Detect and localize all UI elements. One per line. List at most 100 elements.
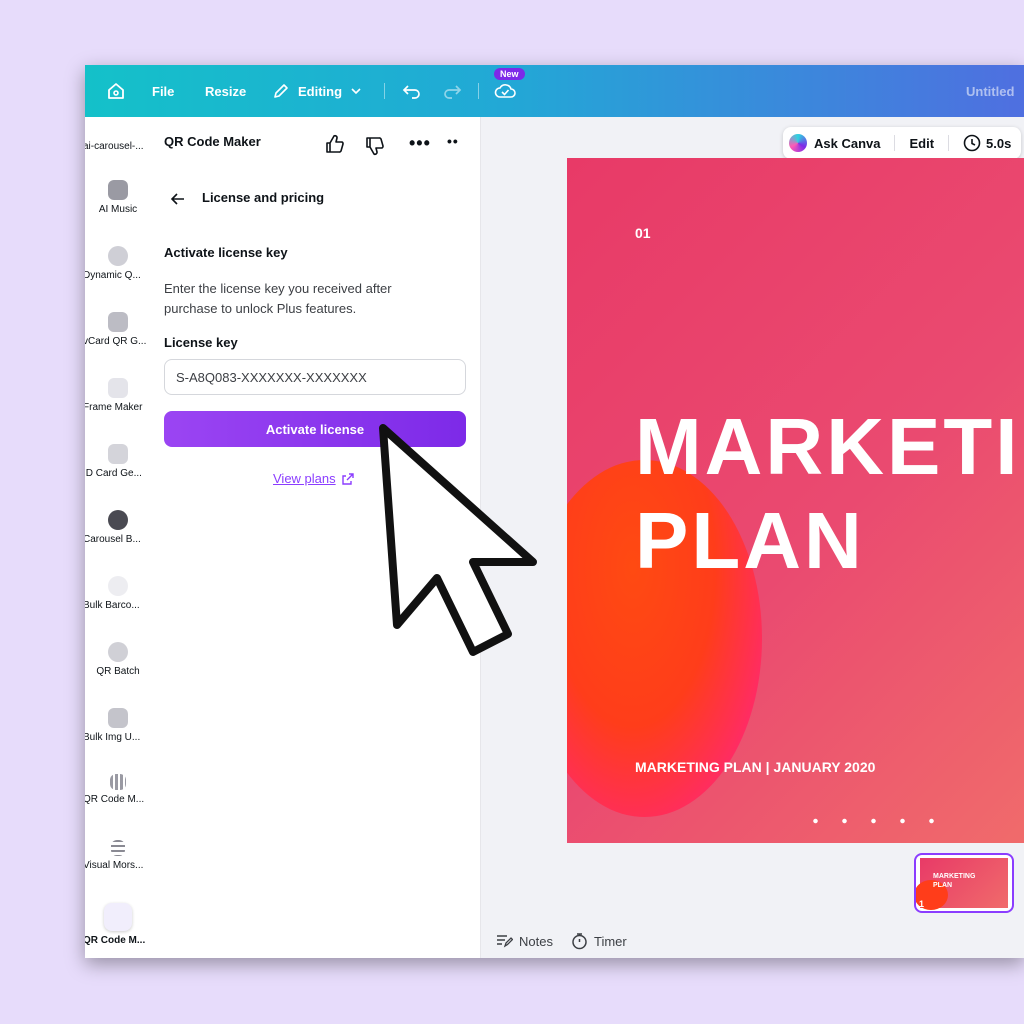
notes-button[interactable]: Notes	[495, 933, 553, 949]
toolbar-divider	[894, 135, 896, 151]
id-card-icon	[108, 444, 128, 464]
panel-menu-icon[interactable]: ••	[447, 133, 459, 149]
slide-canvas[interactable]: 01 MARKETING PLAN MARKETING PLAN | JANUA…	[567, 158, 1024, 843]
rail-item-qr-code-maker-alt[interactable]: QR Code M...	[85, 774, 151, 805]
arrow-left-icon	[170, 193, 184, 205]
rail-item-id-card[interactable]: ID Card Ge...	[85, 444, 151, 479]
redo-button[interactable]	[442, 65, 462, 117]
stopwatch-icon	[572, 933, 587, 950]
resize-button[interactable]: Resize	[205, 65, 246, 117]
slide-title-line-1: MARKETING	[635, 402, 1024, 491]
rail-item-ai-carousel[interactable]: ai-carousel-...	[85, 117, 151, 152]
editing-label: Editing	[298, 83, 343, 99]
vcard-icon	[108, 312, 128, 332]
image-upload-icon	[108, 708, 128, 728]
barcode-icon	[108, 576, 128, 596]
thumbnail-title-line-2: PLAN	[933, 882, 953, 889]
slide-footer[interactable]: MARKETING PLAN | JANUARY 2020	[635, 759, 875, 775]
chevron-down-icon	[351, 88, 361, 95]
rail-item-label: ID Card Ge...	[85, 468, 142, 479]
rail-item-label: QR Batch	[96, 666, 140, 677]
clock-icon	[963, 134, 981, 152]
qr-code-icon	[110, 774, 126, 790]
redo-icon	[444, 85, 462, 99]
rail-item-label: AI Music	[98, 204, 138, 215]
slide-title[interactable]: MARKETING PLAN	[635, 400, 1024, 588]
rail-item-qr-code-maker[interactable]: QR Code M...	[85, 903, 151, 946]
rail-item-label: Dynamic Q...	[85, 270, 141, 281]
panel-app-title: QR Code Maker	[164, 134, 261, 149]
undo-button[interactable]	[402, 65, 422, 117]
page-thumbnail[interactable]: MARKETING PLAN 1	[914, 853, 1014, 913]
rail-item-vcard-qr[interactable]: vCard QR G...	[85, 312, 151, 347]
edit-button[interactable]: Edit	[909, 136, 934, 151]
qr-batch-icon	[108, 642, 128, 662]
ask-canva-button[interactable]: Ask Canva	[789, 134, 880, 152]
rail-item-bulk-img-upload[interactable]: Bulk Img U...	[85, 708, 151, 743]
qr-code-maker-icon	[104, 903, 132, 931]
mouse-cursor-pointer	[379, 424, 537, 656]
thumbs-up-button[interactable]	[324, 133, 346, 160]
thumbnail-page-number: 1	[919, 899, 925, 909]
license-key-input[interactable]	[164, 359, 466, 395]
toolbar-divider	[948, 135, 950, 151]
thumbs-down-button[interactable]	[364, 135, 386, 162]
thumbnail-title: MARKETING PLAN	[933, 872, 975, 890]
rail-item-label: Frame Maker	[85, 402, 143, 413]
toolbar-divider	[478, 83, 479, 99]
rail-item-label: QR Code M...	[85, 935, 146, 946]
canva-ai-icon	[789, 134, 807, 152]
back-button[interactable]	[170, 191, 186, 212]
dot-grid	[801, 808, 941, 842]
rail-item-label: Visual Mors...	[85, 860, 144, 871]
frame-icon	[108, 378, 128, 398]
cloud-check-icon	[494, 84, 516, 98]
rail-item-visual-morse[interactable]: Visual Mors...	[85, 840, 151, 871]
morse-icon	[111, 840, 125, 856]
home-button[interactable]	[106, 65, 126, 117]
section-description: Enter the license key you received after…	[164, 281, 392, 316]
editing-mode-dropdown[interactable]: Editing	[272, 65, 363, 117]
notes-icon	[497, 935, 513, 948]
rail-item-bulk-barcode[interactable]: Bulk Barco...	[85, 576, 151, 611]
canvas-toolbar: Ask Canva Edit 5.0s	[783, 127, 1022, 159]
slide-number[interactable]: 01	[635, 225, 651, 241]
undo-icon	[402, 85, 420, 99]
rail-item-label: Carousel B...	[85, 534, 141, 545]
rail-item-label: Bulk Img U...	[85, 732, 141, 743]
more-options-icon[interactable]: •••	[409, 133, 431, 154]
external-link-icon	[341, 472, 354, 485]
home-icon	[108, 83, 124, 99]
thumbs-down-icon	[366, 137, 384, 156]
rail-item-label: QR Code M...	[85, 794, 145, 805]
rail-item-ai-music[interactable]: AI Music	[85, 180, 151, 215]
file-menu[interactable]: File	[152, 65, 174, 117]
duration-button[interactable]: 5.0s	[963, 134, 1011, 152]
section-title: Activate license key	[164, 245, 288, 260]
rail-item-label: Bulk Barco...	[85, 600, 140, 611]
pencil-icon	[274, 84, 288, 98]
top-toolbar: File Resize Editing New Untitled	[85, 65, 1024, 117]
license-key-label: License key	[164, 335, 238, 350]
timer-button[interactable]: Timer	[571, 932, 627, 950]
thumbnail-title-line-1: MARKETING	[933, 873, 976, 880]
rail-item-qr-batch[interactable]: QR Batch	[85, 642, 151, 677]
thumbs-up-icon	[326, 134, 344, 153]
view-plans-label: View plans	[273, 471, 336, 486]
view-plans-link[interactable]: View plans	[273, 471, 355, 486]
slide-title-line-2: PLAN	[635, 496, 865, 585]
duration-label: 5.0s	[986, 135, 1012, 151]
rail-item-label: ai-carousel-...	[85, 141, 144, 152]
notes-label: Notes	[519, 933, 553, 949]
toolbar-divider	[384, 83, 385, 99]
rail-item-frame-maker[interactable]: Frame Maker	[85, 378, 151, 413]
rail-item-carousel-builder[interactable]: Carousel B...	[85, 510, 151, 545]
rail-item-dynamic-qr[interactable]: Dynamic Q...	[85, 246, 151, 281]
music-note-icon	[108, 180, 128, 200]
apps-rail: ai-carousel-... AI Music Dynamic Q... vC…	[85, 117, 151, 958]
dynamic-qr-icon	[108, 246, 128, 266]
new-badge: New	[494, 68, 525, 80]
document-title[interactable]: Untitled	[966, 65, 1014, 117]
panel-page-title: License and pricing	[202, 190, 325, 205]
ask-canva-label: Ask Canva	[814, 135, 881, 151]
